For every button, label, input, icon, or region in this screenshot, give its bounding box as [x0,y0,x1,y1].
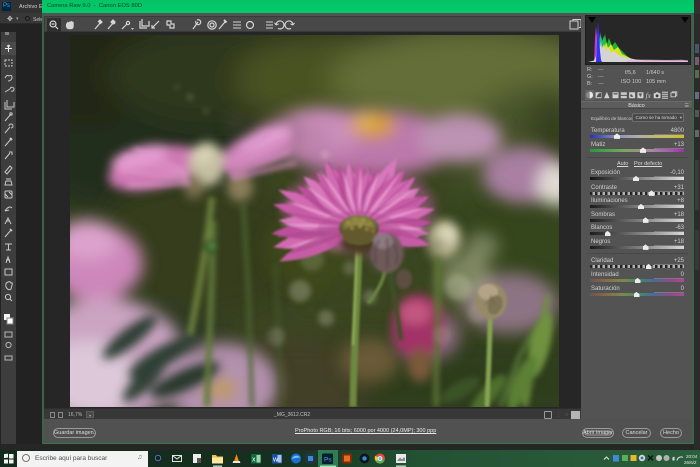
svg-text:26/6/2: 26/6/2 [684,460,697,465]
svg-text:fx: fx [646,91,652,100]
svg-text:20:04: 20:04 [686,454,698,459]
svg-text:w: w [272,457,279,464]
svg-text:x: x [252,457,256,464]
svg-text:Ps: Ps [324,457,332,464]
